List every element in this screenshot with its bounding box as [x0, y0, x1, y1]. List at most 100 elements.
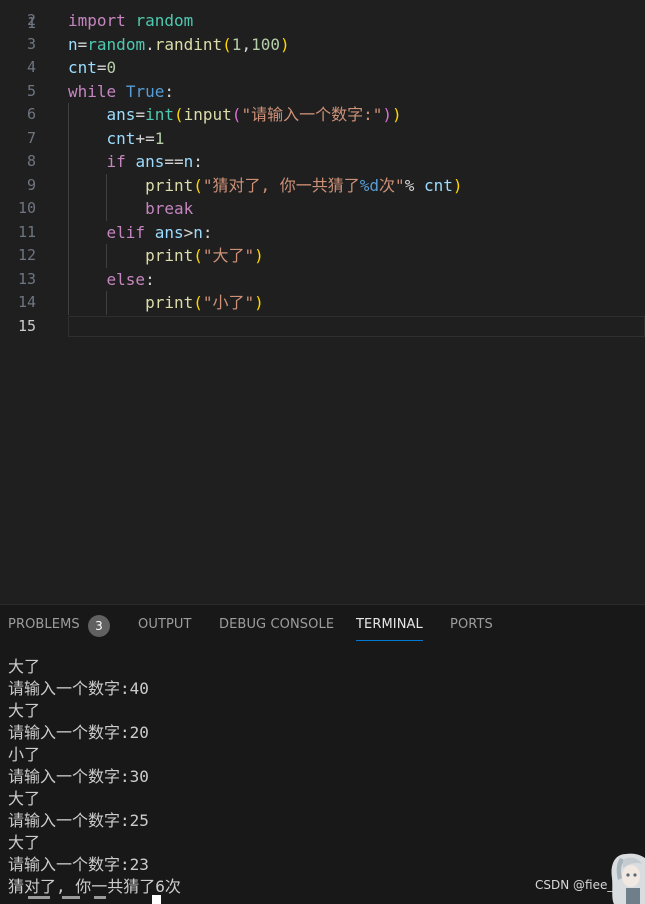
terminal-line: 小了 [8, 745, 41, 764]
code-line[interactable]: 6 ans=int(input("请输入一个数字:")) [0, 103, 645, 127]
terminal-prompt-partial [28, 896, 118, 904]
indent-guide [106, 244, 108, 268]
code-line[interactable]: 8 if ans==n: [0, 150, 645, 174]
code-token: : [193, 152, 203, 171]
terminal-line: 请输入一个数字:30 [8, 767, 149, 786]
code-token: True [125, 81, 165, 101]
tab-problems[interactable]: PROBLEMS [8, 617, 80, 632]
code-text: print("猜对了, 你一共猜了%d次"% cnt) [68, 174, 462, 198]
code-text: n=random.randint(1,100) [68, 33, 290, 57]
line-number: 10 [17, 199, 36, 217]
code-token: "请输入一个数字:" [241, 105, 383, 124]
code-token: ( [231, 105, 242, 124]
code-token: if [106, 152, 126, 171]
terminal-line: 请输入一个数字:20 [8, 723, 149, 742]
code-token: elif [106, 222, 146, 242]
line-number: 13 [17, 269, 36, 288]
code-token: 次" [379, 175, 405, 195]
code-token: "小了" [202, 293, 255, 312]
code-text: elif ans>n: [68, 221, 213, 245]
code-text: cnt+=1 [68, 127, 165, 151]
tab-ports[interactable]: PORTS [450, 617, 493, 632]
line-number: 4 [26, 58, 36, 76]
code-token: 100 [251, 34, 280, 54]
code-token: ans [106, 105, 136, 124]
code-token: randint [154, 34, 223, 54]
code-token: n [193, 222, 203, 242]
code-line[interactable]: 11 elif ans>n: [0, 220, 645, 245]
code-token: : [145, 269, 155, 289]
indent-guide [68, 197, 69, 221]
code-editor[interactable]: 1 2 import random 3 n=random.randint(1,100)… [0, 0, 645, 604]
code-token: ( [193, 175, 203, 195]
code-token: 1 [154, 128, 165, 148]
current-line-highlight [68, 315, 645, 337]
code-token: % [404, 175, 424, 195]
code-token: "大了" [202, 246, 255, 265]
indent-guide [68, 173, 69, 197]
code-token: : [164, 81, 174, 101]
code-token: , [241, 34, 252, 54]
indent-guide [68, 103, 69, 127]
code-text: break [68, 197, 193, 221]
code-token: ) [382, 105, 392, 124]
code-token: ( [193, 246, 203, 265]
code-token: . [145, 34, 155, 54]
indent-guide [106, 173, 108, 197]
code-line[interactable]: 7 cnt+=1 [0, 126, 645, 151]
code-token: else [106, 269, 146, 289]
tab-output[interactable]: OUTPUT [138, 617, 192, 632]
code-token: n [183, 152, 194, 171]
terminal-line: 大了 [8, 789, 41, 808]
code-line[interactable]: 14 print("小了") [0, 291, 645, 315]
code-text: cnt=0 [68, 56, 116, 80]
code-token: print [145, 175, 194, 195]
code-text: if ans==n: [68, 150, 203, 174]
tab-terminal[interactable]: TERMINAL [356, 617, 423, 632]
terminal-cursor [152, 895, 161, 904]
code-token: while [68, 81, 117, 101]
panel-tabs: PROBLEMS 3 OUTPUT DEBUG CONSOLE TERMINAL… [0, 605, 645, 647]
line-number: 11 [17, 222, 36, 241]
code-token: ( [193, 293, 203, 312]
code-token: print [145, 293, 194, 312]
code-line[interactable]: 13 else: [0, 267, 645, 291]
line-number: 8 [26, 152, 36, 170]
code-token: 1 [231, 34, 242, 54]
indent-guide [106, 197, 108, 221]
code-token: ( [173, 105, 184, 124]
code-line[interactable]: 9 print("猜对了, 你一共猜了%d次"% cnt) [0, 173, 645, 198]
code-token: ans [154, 222, 184, 242]
code-token: cnt [68, 58, 97, 77]
code-token: ( [222, 34, 232, 54]
code-token: random [87, 34, 146, 54]
code-token: break [145, 199, 194, 218]
code-line[interactable]: 4 cnt=0 [0, 56, 645, 80]
code-token: = [96, 58, 107, 77]
code-line[interactable]: 15 [0, 315, 645, 339]
code-token: == [164, 152, 184, 171]
tab-debug-console[interactable]: DEBUG CONSOLE [219, 617, 334, 632]
line-number: 14 [17, 293, 36, 311]
code-token: import [68, 11, 126, 30]
code-line[interactable]: 12 print("大了") [0, 244, 645, 268]
code-token: = [135, 105, 146, 124]
avatar-icon [606, 848, 645, 904]
code-token: n [68, 34, 78, 54]
code-line[interactable]: 5 while True: [0, 80, 645, 104]
code-line[interactable]: 10 break [0, 197, 645, 221]
code-line[interactable]: 3 n=random.randint(1,100) [0, 33, 645, 57]
terminal-line: 大了 [8, 833, 41, 852]
code-token: ) [279, 34, 290, 54]
indent-guide [106, 291, 108, 315]
indent-guide [68, 267, 69, 291]
code-text: import random [68, 9, 193, 33]
code-line[interactable]: 2 import random [0, 9, 645, 33]
terminal-line: 大了 [8, 701, 41, 720]
